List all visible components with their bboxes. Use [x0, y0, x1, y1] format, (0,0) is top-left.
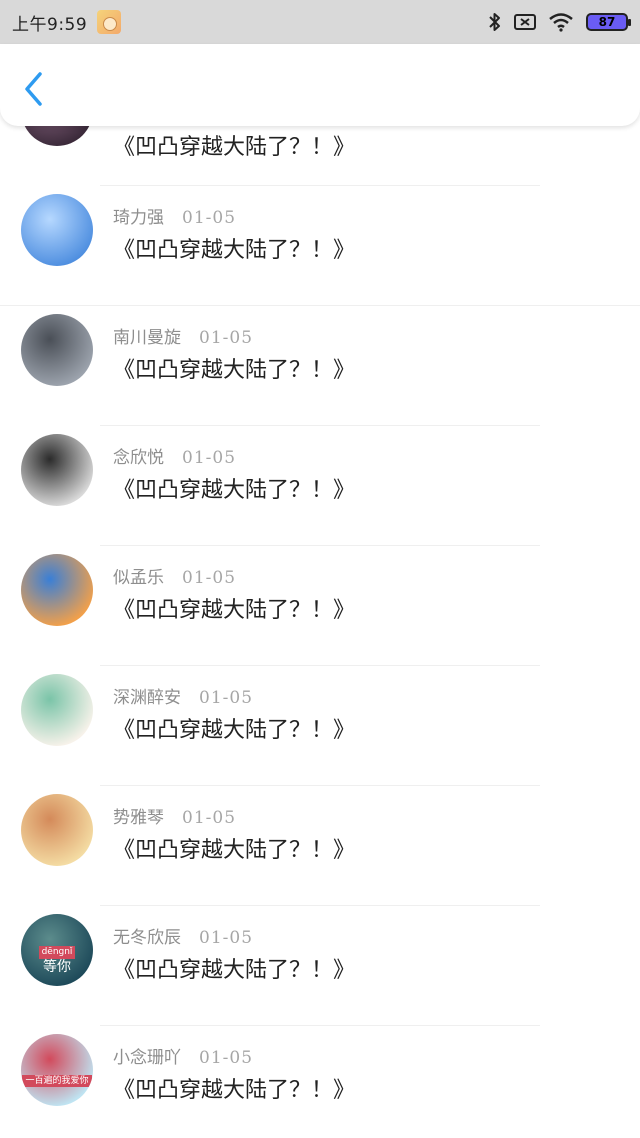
- message-list-item[interactable]: dēngnǐ 等你 无冬欣辰 01-05 《凹凸穿越大陆了？！》: [0, 906, 640, 1026]
- status-time: 上午9:59: [12, 14, 88, 35]
- message-text: 《凹凸穿越大陆了？！》: [113, 598, 356, 623]
- user-avatar[interactable]: [21, 674, 93, 746]
- message-list-item[interactable]: 似孟乐 01-05 《凹凸穿越大陆了？！》: [0, 546, 640, 666]
- message-list-item[interactable]: 琦力强 01-05 《凹凸穿越大陆了？！》: [0, 186, 640, 306]
- notification-avatar-icon: [97, 10, 122, 34]
- message-meta: 无冬欣辰 01-05: [113, 923, 253, 948]
- message-date: 01-05: [199, 688, 254, 708]
- message-meta: 深渊醉安 01-05: [113, 683, 253, 708]
- message-list: 《凹凸穿越大陆了？！》 琦力强 01-05 《凹凸穿越大陆了？！》 南川曼旋 01-05 《…: [0, 74, 640, 1138]
- user-avatar[interactable]: [21, 554, 93, 626]
- sender-name: 深渊醉安: [113, 688, 181, 708]
- message-text: 《凹凸穿越大陆了？！》: [113, 238, 356, 263]
- user-avatar[interactable]: [21, 434, 93, 506]
- bluetooth-icon: [488, 12, 502, 32]
- wifi-icon: [548, 12, 574, 32]
- message-meta: 势雅琴 01-05: [113, 803, 236, 828]
- sender-name: 琦力强: [113, 208, 164, 228]
- message-text: 《凹凸穿越大陆了？！》: [113, 718, 356, 743]
- message-meta: 琦力强 01-05: [113, 203, 236, 228]
- chevron-left-icon: [25, 72, 42, 106]
- message-text: 《凹凸穿越大陆了？！》: [113, 478, 356, 503]
- battery-indicator: 87: [586, 13, 631, 31]
- message-date: 01-05: [182, 208, 237, 228]
- sender-name: 念欣悦: [113, 448, 164, 468]
- user-avatar[interactable]: [21, 314, 93, 386]
- message-text: 《凹凸穿越大陆了？！》: [113, 1078, 356, 1103]
- sender-name: 南川曼旋: [113, 328, 181, 348]
- status-bar: 上午9:59 87: [0, 0, 640, 44]
- message-meta: 念欣悦 01-05: [113, 443, 236, 468]
- user-avatar[interactable]: 一百遍的我爱你: [21, 1034, 93, 1106]
- user-avatar[interactable]: [21, 194, 93, 266]
- sender-name: 势雅琴: [113, 808, 164, 828]
- message-date: 01-05: [199, 328, 254, 348]
- message-date: 01-05: [199, 928, 254, 948]
- message-date: 01-05: [182, 568, 237, 588]
- message-text: 《凹凸穿越大陆了？！》: [113, 838, 356, 863]
- message-list-item[interactable]: 深渊醉安 01-05 《凹凸穿越大陆了？！》: [0, 666, 640, 786]
- message-meta: 小念珊吖 01-05: [113, 1043, 253, 1068]
- avatar-caption: dēngnǐ: [38, 946, 76, 959]
- message-date: 01-05: [199, 1048, 254, 1068]
- sender-name: 小念珊吖: [113, 1048, 181, 1068]
- message-list-item[interactable]: 一百遍的我爱你 小念珊吖 01-05 《凹凸穿越大陆了？！》: [0, 1026, 640, 1138]
- message-list-item[interactable]: 南川曼旋 01-05 《凹凸穿越大陆了？！》: [0, 306, 640, 426]
- sender-name: 似孟乐: [113, 568, 164, 588]
- message-text: 《凹凸穿越大陆了？！》: [113, 135, 356, 160]
- message-date: 01-05: [182, 808, 237, 828]
- sender-name: 无冬欣辰: [113, 928, 181, 948]
- status-icons: 87: [488, 12, 631, 32]
- avatar-caption: 等你: [43, 959, 71, 975]
- message-date: 01-05: [182, 448, 237, 468]
- message-meta: 似孟乐 01-05: [113, 563, 236, 588]
- user-avatar[interactable]: dēngnǐ 等你: [21, 914, 93, 986]
- message-list-item[interactable]: 念欣悦 01-05 《凹凸穿越大陆了？！》: [0, 426, 640, 546]
- no-sim-icon: [514, 13, 536, 31]
- back-button[interactable]: [20, 70, 50, 108]
- message-text: 《凹凸穿越大陆了？！》: [113, 358, 356, 383]
- avatar-caption: 一百遍的我爱你: [22, 1074, 92, 1088]
- top-nav-bar: [0, 44, 640, 126]
- message-list-item[interactable]: 势雅琴 01-05 《凹凸穿越大陆了？！》: [0, 786, 640, 906]
- message-text: 《凹凸穿越大陆了？！》: [113, 958, 356, 983]
- user-avatar[interactable]: [21, 794, 93, 866]
- message-meta: 南川曼旋 01-05: [113, 323, 253, 348]
